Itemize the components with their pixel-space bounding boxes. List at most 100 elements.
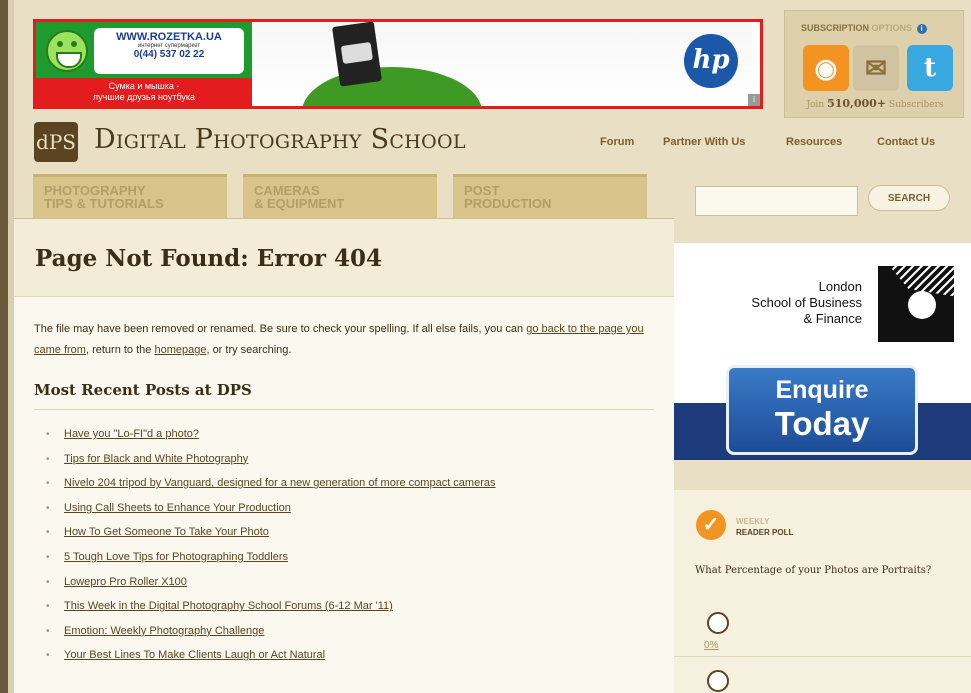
bullet-icon: • (46, 601, 50, 613)
nav-contact-us[interactable]: Contact Us (877, 136, 935, 148)
subscriber-count-prefix: Join (806, 100, 825, 110)
bullet-icon: • (46, 453, 50, 465)
subscriber-count-number: 510,000+ (827, 97, 887, 110)
not-found-message: The file may have been removed or rename… (34, 319, 664, 361)
site-logo-icon[interactable]: dPS (34, 122, 78, 162)
poll-option-label: 0% (704, 640, 719, 651)
list-item: • Using Call Sheets to Enhance Your Produ… (46, 502, 496, 527)
list-item: • 5 Tough Love Tips for Photographing Tod… (46, 551, 496, 576)
tab-post-line2: PRODUCTION (464, 196, 552, 211)
divider (34, 409, 654, 410)
bullet-icon: • (46, 576, 50, 588)
poll-question: What Percentage of your Photos are Portr… (695, 565, 932, 576)
lsbf-line1: London (818, 279, 862, 294)
list-item: • Lowepro Pro Roller X100 (46, 576, 496, 601)
post-link[interactable]: Tips for Black and White Photography (64, 453, 248, 465)
nav-resources[interactable]: Resources (786, 136, 842, 148)
info-icon[interactable]: i (916, 24, 927, 34)
poll-label-weekly: WEEKLY (736, 517, 770, 526)
tab-photography-tips[interactable]: PHOTOGRAPHY TIPS & TUTORIALS (33, 174, 227, 218)
rozetka-slogan-line1: Сумка и мышка - (108, 81, 180, 91)
today-label: Today (774, 405, 870, 442)
page-left-border (0, 0, 8, 693)
poll-heading: WEEKLY READER POLL (736, 516, 793, 538)
list-item: • How To Get Someone To Take Your Photo (46, 526, 496, 551)
title-band: Page Not Found: Error 404 (14, 219, 674, 297)
tab-photography-line2: TIPS & TUTORIALS (44, 196, 164, 211)
list-item: • This Week in the Digital Photography Sc… (46, 600, 496, 625)
post-link[interactable]: Nivelo 204 tripod by Vanguard, designed … (64, 477, 496, 489)
poll-option-radio[interactable] (707, 612, 729, 634)
rozetka-url: WWW.ROZETKA.UA (116, 31, 222, 43)
subscriber-count: Join 510,000+ Subscribers (785, 97, 965, 110)
enquire-label: Enquire (775, 376, 869, 404)
site-name[interactable]: Digital Photography School (94, 124, 466, 155)
grass-hill-image (302, 67, 482, 106)
nav-partner-with-us[interactable]: Partner With Us (663, 136, 745, 148)
tab-post-production[interactable]: POST PRODUCTION (453, 174, 647, 218)
list-item: • Emotion: Weekly Photography Challenge (46, 625, 496, 650)
poll-label-reader-poll: READER POLL (736, 528, 794, 537)
recent-posts-list: • Have you "Lo-FI"d a photo? • Tips for Bl… (46, 428, 496, 674)
subscriber-count-suffix: Subscribers (888, 100, 944, 110)
laptop-character-image (332, 22, 382, 87)
bullet-icon: • (46, 551, 50, 563)
email-icon[interactable]: ✉ (853, 45, 899, 91)
subscription-options-link[interactable]: OPTIONS (872, 23, 913, 33)
rozetka-info-box: WWW.ROZETKA.UA интернет супермаркет 0(44… (94, 28, 244, 74)
post-link[interactable]: How To Get Someone To Take Your Photo (64, 526, 269, 538)
intro-text-1: The file may have been removed or rename… (34, 323, 527, 335)
subscription-box: SUBSCRIPTION OPTIONS i ◉ ✉ t Join 510,00… (784, 10, 964, 118)
subscription-title: SUBSCRIPTION OPTIONS i (801, 23, 927, 34)
poll-divider (674, 656, 971, 657)
rozetka-phone: 0(44) 537 02 22 (133, 49, 205, 60)
list-item: • Tips for Black and White Photography (46, 453, 496, 478)
rozetka-slogan: Сумка и мышка - лучшие друзья ноутбука (36, 78, 252, 106)
search-button[interactable]: SEARCH (868, 185, 950, 211)
list-item: • Your Best Lines To Make Clients Laugh o… (46, 649, 496, 674)
banner-illustration: hp (252, 22, 752, 106)
bullet-icon: • (46, 502, 50, 514)
rozetka-ad[interactable]: WWW.ROZETKA.UA интернет супермаркет 0(44… (36, 22, 252, 106)
rozetka-slogan-line2: лучшие друзья ноутбука (92, 92, 196, 102)
main-content: Page Not Found: Error 404 The file may h… (14, 218, 674, 693)
poll-option-radio[interactable] (707, 670, 729, 692)
bullet-icon: • (46, 650, 50, 662)
bullet-icon: • (46, 625, 50, 637)
bullet-icon: • (46, 527, 50, 539)
twitter-icon[interactable]: t (907, 45, 953, 91)
hp-logo-icon: hp (684, 34, 738, 88)
post-link[interactable]: This Week in the Digital Photography Sch… (64, 600, 393, 612)
post-link[interactable]: 5 Tough Love Tips for Photographing Todd… (64, 551, 288, 563)
lsbf-line3: & Finance (803, 311, 862, 326)
lsbf-line2: School of Business (751, 295, 862, 310)
subscription-label: SUBSCRIPTION (801, 23, 870, 33)
post-link[interactable]: Have you "Lo-FI"d a photo? (64, 428, 199, 440)
smiley-icon (46, 30, 88, 72)
list-item: • Have you "Lo-FI"d a photo? (46, 428, 496, 453)
recent-posts-heading: Most Recent Posts at DPS (34, 381, 252, 399)
homepage-link[interactable]: homepage (154, 344, 206, 356)
post-link[interactable]: Using Call Sheets to Enhance Your Produc… (64, 502, 291, 514)
intro-text-2: , return to the (85, 344, 155, 356)
post-link[interactable]: Your Best Lines To Make Clients Laugh or… (64, 649, 325, 661)
bullet-icon: • (46, 478, 50, 490)
lsbf-logo-icon (878, 266, 954, 342)
nav-forum[interactable]: Forum (600, 136, 634, 148)
intro-text-3: , or try searching. (206, 344, 292, 356)
post-link[interactable]: Lowepro Pro Roller X100 (64, 576, 187, 588)
top-banner-ad[interactable]: WWW.ROZETKA.UA интернет супермаркет 0(44… (33, 19, 763, 109)
rss-icon[interactable]: ◉ (803, 45, 849, 91)
page-title: Page Not Found: Error 404 (35, 245, 382, 272)
tab-cameras-equipment[interactable]: CAMERAS & EQUIPMENT (243, 174, 437, 218)
list-item: • Nivelo 204 tripod by Vanguard, designed… (46, 477, 496, 502)
search-input[interactable] (695, 186, 858, 216)
weekly-reader-poll: ✓ WEEKLY READER POLL What Percentage of … (674, 490, 971, 693)
ad-choices-icon[interactable]: i (748, 94, 760, 106)
lsbf-name: London School of Business & Finance (674, 279, 862, 327)
lsbf-ad[interactable]: London School of Business & Finance Enqu… (674, 243, 971, 460)
post-link[interactable]: Emotion: Weekly Photography Challenge (64, 625, 264, 637)
bullet-icon: • (46, 429, 50, 440)
enquire-today-button[interactable]: Enquire Today (726, 365, 918, 455)
subscription-icons: ◉ ✉ t (803, 45, 963, 95)
